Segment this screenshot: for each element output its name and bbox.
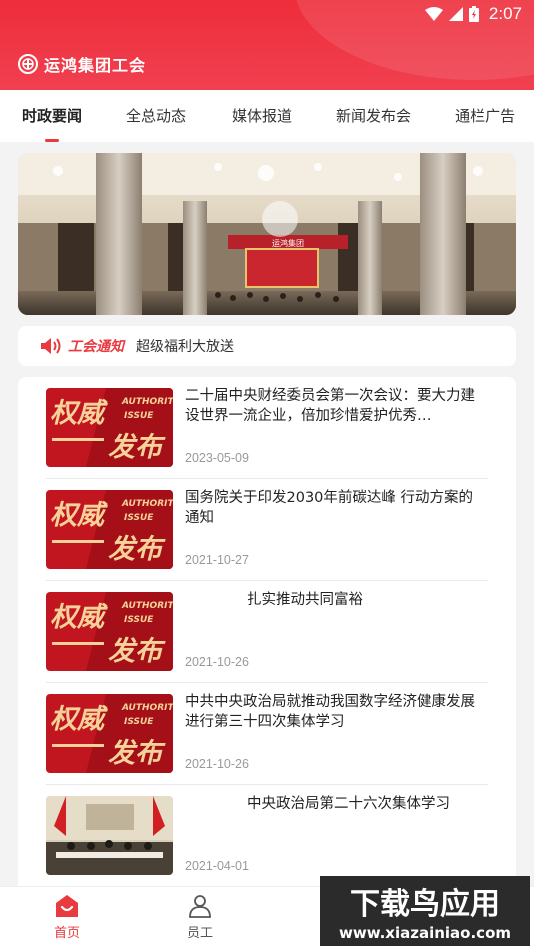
authority-release-thumbnail: 权威 发布 AUTHORIT ISSUE — [46, 592, 173, 671]
notice-message: 超级福利大放送 — [136, 339, 234, 355]
signal-icon — [448, 7, 463, 21]
news-list: 权威 发布 AUTHORIT ISSUE 二十届中央财经委员会第一次会议：要大力… — [18, 377, 516, 897]
news-item[interactable]: 权威 发布 AUTHORIT ISSUE 扎实推动共同富裕 2021-10-26 — [46, 581, 488, 683]
app-header: 2:07 运鸿集团工会 — [0, 0, 534, 90]
svg-text:发布: 发布 — [108, 738, 166, 769]
wifi-icon — [424, 7, 443, 21]
svg-text:权威: 权威 — [50, 500, 108, 531]
nav-home[interactable]: 首页 — [37, 893, 97, 941]
site-watermark: 下载鸟应用 www.xiazainiao.com — [320, 876, 530, 946]
nav-staff[interactable]: 员工 — [170, 893, 230, 941]
tab-press-conference[interactable]: 新闻发布会 — [336, 90, 411, 142]
news-item[interactable]: 中央政治局第二十六次集体学习 2021-04-01 — [46, 785, 488, 887]
news-date: 2021-10-27 — [185, 553, 249, 567]
svg-text:发布: 发布 — [108, 636, 166, 667]
tab-politics-news[interactable]: 时政要闻 — [22, 90, 82, 142]
meeting-photo-thumbnail — [46, 796, 173, 875]
svg-text:ISSUE: ISSUE — [124, 411, 154, 421]
svg-text:发布: 发布 — [108, 432, 166, 463]
speaker-icon — [41, 338, 61, 354]
category-tabs: 时政要闻 全总动态 媒体报道 新闻发布会 通栏广告 — [0, 90, 534, 142]
news-date: 2021-10-26 — [185, 757, 249, 771]
svg-text:AUTHORIT: AUTHORIT — [121, 397, 173, 407]
status-time: 2:07 — [488, 4, 522, 23]
news-title: 中共中央政治局就推动我国数字经济健康发展进行第三十四次集体学习 — [185, 694, 475, 730]
news-item[interactable]: 权威 发布 AUTHORIT ISSUE 中共中央政治局就推动我国数字经济健康发… — [46, 683, 488, 785]
news-title: 中央政治局第二十六次集体学习 — [247, 796, 450, 812]
person-icon — [189, 895, 211, 918]
authority-release-thumbnail: 权威 发布 AUTHORIT ISSUE — [46, 694, 173, 773]
banner-carousel[interactable]: 运鸿集团 — [18, 153, 516, 315]
svg-text:www.xiazainiao.com: www.xiazainiao.com — [339, 924, 511, 942]
nav-home-label: 首页 — [53, 926, 80, 941]
tab-federation-news[interactable]: 全总动态 — [126, 90, 186, 142]
home-icon — [56, 895, 78, 917]
svg-text:AUTHORIT: AUTHORIT — [121, 499, 173, 509]
news-title: 二十届中央财经委员会第一次会议：要大力建设世界一流企业，倍加珍惜爱护优秀… — [185, 388, 475, 424]
svg-text:下载鸟应用: 下载鸟应用 — [350, 887, 500, 922]
svg-text:AUTHORIT: AUTHORIT — [121, 601, 173, 611]
nav-staff-label: 员工 — [186, 926, 213, 941]
news-date: 2021-04-01 — [185, 859, 249, 873]
banner-screen-text: 运鸿集团 — [272, 238, 304, 248]
svg-text:ISSUE: ISSUE — [124, 717, 154, 727]
authority-release-thumbnail: 权威 发布 AUTHORIT ISSUE — [46, 490, 173, 569]
notice-tag: 工会通知 — [68, 339, 124, 355]
banner-image: 运鸿集团 — [18, 153, 516, 315]
svg-text:发布: 发布 — [108, 534, 166, 565]
tab-banner-ads[interactable]: 通栏广告 — [455, 90, 515, 142]
news-title: 扎实推动共同富裕 — [247, 592, 363, 608]
app-title: 运鸿集团工会 — [18, 52, 146, 76]
svg-text:ISSUE: ISSUE — [124, 615, 154, 625]
news-title: 国务院关于印发2030年前碳达峰 行动方案的通知 — [185, 490, 474, 526]
svg-text:权威: 权威 — [50, 704, 108, 735]
tab-media-reports[interactable]: 媒体报道 — [232, 90, 292, 142]
news-item[interactable]: 权威 发布 AUTHORIT ISSUE 二十届中央财经委员会第一次会议：要大力… — [46, 377, 488, 479]
union-logo-icon — [18, 54, 38, 74]
authority-release-thumbnail: 权威 发布 AUTHORIT ISSUE — [46, 388, 173, 467]
union-notice-bar[interactable]: 工会通知 超级福利大放送 — [18, 326, 516, 366]
app-title-text: 运鸿集团工会 — [44, 56, 147, 75]
news-date: 2021-10-26 — [185, 655, 249, 669]
status-bar: 2:07 — [424, 4, 522, 24]
svg-text:权威: 权威 — [50, 398, 108, 429]
news-date: 2023-05-09 — [185, 451, 249, 465]
battery-icon — [468, 6, 479, 22]
svg-text:ISSUE: ISSUE — [124, 513, 154, 523]
news-item[interactable]: 权威 发布 AUTHORIT ISSUE 国务院关于印发2030年前碳达峰 行动… — [46, 479, 488, 581]
svg-text:权威: 权威 — [50, 602, 108, 633]
svg-text:AUTHORIT: AUTHORIT — [121, 703, 173, 713]
